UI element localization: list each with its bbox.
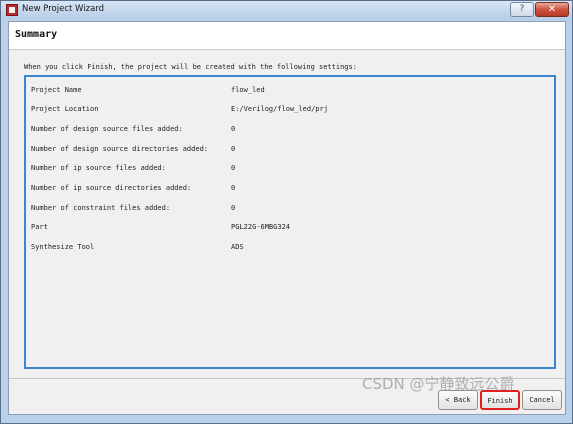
setting-value: 0 bbox=[231, 125, 236, 133]
setting-label: Number of design source files added: bbox=[31, 125, 183, 133]
setting-value: 0 bbox=[231, 164, 236, 172]
close-button[interactable]: ✕ bbox=[535, 2, 569, 17]
setting-label: Part bbox=[31, 223, 48, 231]
close-icon: ✕ bbox=[547, 4, 557, 15]
setting-value: flow_led bbox=[231, 86, 265, 94]
setting-label: Number of ip source directories added: bbox=[31, 184, 192, 192]
setting-value: ADS bbox=[231, 243, 244, 251]
page-title: Summary bbox=[15, 29, 58, 40]
window-title: New Project Wizard bbox=[22, 4, 105, 14]
setting-label: Project Name bbox=[31, 86, 82, 94]
title-bar[interactable]: New Project Wizard ? ✕ bbox=[1, 1, 572, 20]
settings-summary-box[interactable]: Project Name flow_led Project Location E:/… bbox=[24, 75, 556, 369]
setting-value: E:/Verilog/flow_led/prj bbox=[231, 105, 328, 113]
setting-value: 0 bbox=[231, 204, 236, 212]
cancel-button[interactable]: Cancel bbox=[522, 390, 562, 410]
setting-label: Synthesize Tool bbox=[31, 243, 95, 251]
wizard-window: New Project Wizard ? ✕ Summary When you … bbox=[0, 0, 573, 424]
setting-value: PGL22G-6MBG324 bbox=[231, 223, 291, 231]
intro-text: When you click Finish, the project will … bbox=[24, 63, 357, 71]
setting-label: Project Location bbox=[31, 105, 99, 113]
page-header: Summary bbox=[9, 22, 565, 50]
help-button[interactable]: ? bbox=[510, 2, 534, 17]
wizard-content: Summary When you click Finish, the proje… bbox=[8, 21, 566, 415]
setting-value: 0 bbox=[231, 184, 236, 192]
app-icon bbox=[6, 4, 18, 16]
setting-label: Number of constraint files added: bbox=[31, 204, 171, 212]
setting-label: Number of ip source files added: bbox=[31, 164, 166, 172]
finish-button[interactable]: Finish bbox=[480, 390, 520, 410]
setting-label: Number of design source directories adde… bbox=[31, 145, 209, 153]
footer-divider bbox=[9, 378, 565, 379]
back-button[interactable]: < Back bbox=[438, 390, 478, 410]
setting-value: 0 bbox=[231, 145, 236, 153]
